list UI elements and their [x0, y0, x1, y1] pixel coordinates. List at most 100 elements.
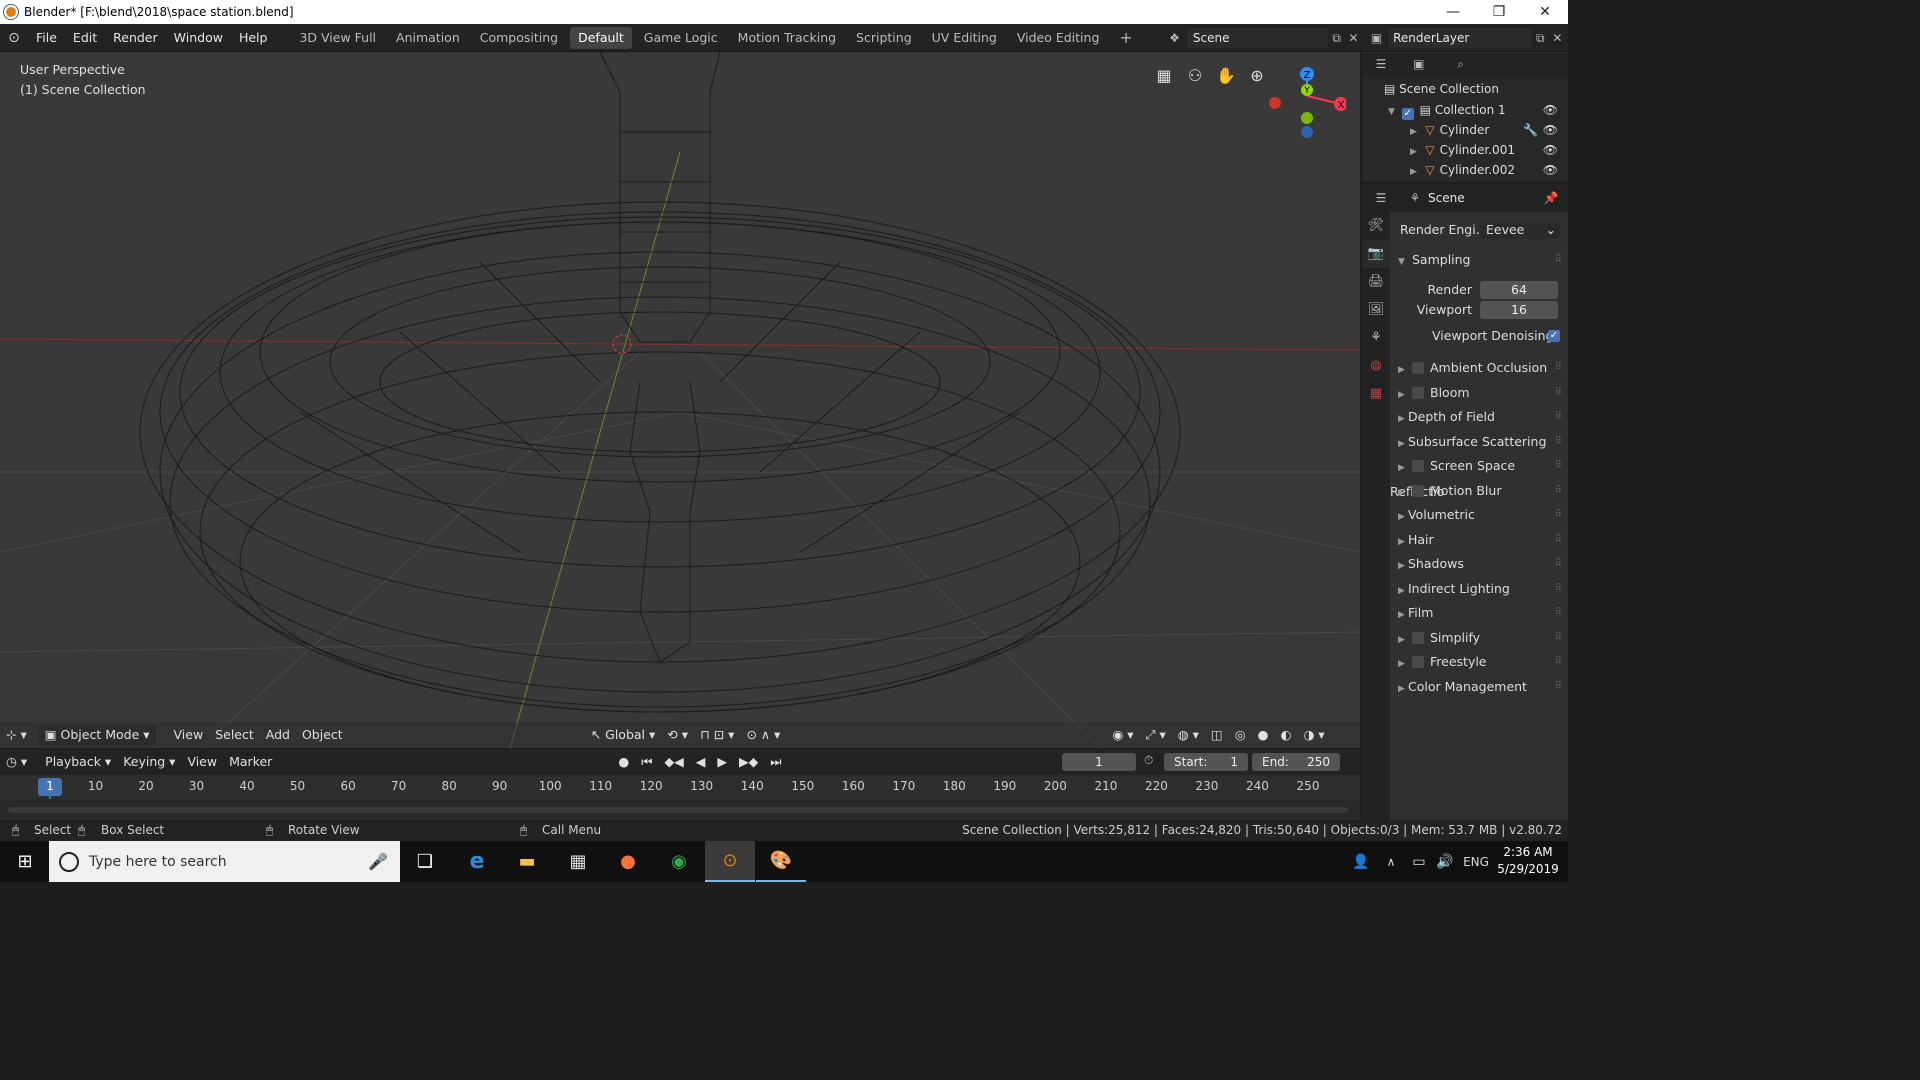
panel-enable-checkbox[interactable]: [1412, 460, 1424, 472]
transform-orientation-dropdown[interactable]: ↖ Global ▾: [585, 725, 662, 745]
panel-enable-checkbox[interactable]: [1412, 631, 1424, 644]
render-layer-field[interactable]: RenderLayer: [1389, 28, 1532, 48]
neg-x-axis-icon[interactable]: [1269, 97, 1281, 109]
menu-help[interactable]: Help: [231, 24, 276, 52]
expand-arrow-icon[interactable]: ▶: [1410, 122, 1420, 142]
drag-handle-icon[interactable]: ⠿: [1555, 381, 1562, 405]
neg-z-axis-icon[interactable]: [1301, 126, 1313, 138]
next-keyframe-button[interactable]: ▶◆: [733, 752, 764, 772]
render-tab-icon[interactable]: 📷: [1362, 240, 1390, 268]
panel-header[interactable]: ▶ Ambient Occlusion ⠿: [1390, 356, 1568, 380]
taskbar-search-box[interactable]: Type here to search 🎤: [49, 841, 400, 882]
panel-header[interactable]: ▶ Shadows ⠿: [1390, 552, 1568, 576]
blender-taskbar-icon[interactable]: ⊙: [705, 841, 755, 882]
timeline-scrollbar[interactable]: [8, 807, 1348, 813]
eye-icon[interactable]: 👁: [1543, 120, 1558, 140]
end-frame-field[interactable]: End: 250: [1252, 753, 1340, 771]
stopwatch-icon[interactable]: ⏱: [1144, 753, 1153, 768]
drag-handle-icon[interactable]: ⠿: [1555, 601, 1562, 625]
tab-video-editing[interactable]: Video Editing: [1009, 27, 1108, 49]
drag-handle-icon[interactable]: ⠿: [1555, 552, 1562, 576]
scene-name-field[interactable]: Scene: [1186, 28, 1329, 48]
menu-file[interactable]: File: [28, 24, 65, 52]
panel-header[interactable]: ▶ Bloom ⠿: [1390, 381, 1568, 405]
eye-icon[interactable]: 👁: [1543, 100, 1558, 120]
expand-arrow-icon[interactable]: ▶: [1410, 162, 1420, 182]
drag-handle-icon[interactable]: ⠿: [1555, 479, 1562, 503]
new-scene-icon[interactable]: ⧉: [1328, 29, 1345, 47]
playback-menu[interactable]: Playback ▾: [39, 752, 117, 772]
windows-start-icon[interactable]: ⊞: [0, 841, 50, 882]
new-render-layer-icon[interactable]: ⧉: [1532, 29, 1549, 47]
3d-viewport[interactable]: User Perspective (1) Scene Collection ▦ …: [0, 52, 1360, 748]
neg-y-axis-icon[interactable]: [1301, 112, 1313, 124]
tab-game-logic[interactable]: Game Logic: [636, 27, 726, 49]
task-view-icon[interactable]: ❏: [400, 841, 450, 882]
timeline-editor-icon[interactable]: ◷ ▾: [0, 752, 33, 772]
output-tab-icon[interactable]: 🖨: [1362, 268, 1390, 296]
add-workspace-button[interactable]: +: [1111, 28, 1140, 47]
drag-handle-icon[interactable]: ⠿: [1555, 577, 1562, 601]
shading-solid-icon[interactable]: ●: [1252, 725, 1275, 745]
snap-icon[interactable]: ⊓ ⊡ ▾: [694, 725, 740, 745]
texture-tab-icon[interactable]: ▦: [1362, 380, 1390, 408]
close-button[interactable]: ✕: [1522, 0, 1568, 24]
viewport-menu-select[interactable]: Select: [209, 725, 260, 745]
overlays-toggle-icon[interactable]: ◍ ▾: [1172, 725, 1205, 745]
render-samples-field[interactable]: 64: [1480, 281, 1558, 299]
delete-scene-icon[interactable]: ✕: [1345, 29, 1362, 47]
pan-hand-icon[interactable]: ✋: [1212, 62, 1240, 88]
panel-enable-checkbox[interactable]: [1412, 656, 1424, 668]
eye-icon[interactable]: 👁: [1543, 160, 1558, 180]
record-button[interactable]: ●: [612, 752, 635, 772]
render-layer-browse-icon[interactable]: ▣: [1368, 29, 1385, 47]
properties-editor-icon[interactable]: ☰: [1372, 189, 1390, 207]
outliner-object-row[interactable]: ▶ ▽ Cylinder.001 👁: [1362, 140, 1568, 160]
xray-toggle-icon[interactable]: ◫: [1205, 725, 1229, 745]
pivot-point-icon[interactable]: ⟲ ▾: [661, 725, 694, 745]
current-frame-field[interactable]: 1: [1062, 753, 1136, 771]
shading-rendered-icon[interactable]: ◑ ▾: [1297, 725, 1330, 745]
outliner-search-icon[interactable]: ⌕: [1452, 55, 1470, 73]
proportional-edit-icon[interactable]: ⊙ ∧ ▾: [740, 725, 786, 745]
panel-header[interactable]: ▶ Motion Blur ⠿: [1390, 479, 1568, 503]
panel-header[interactable]: ▶ Film ⠿: [1390, 601, 1568, 625]
viewport-menu-view[interactable]: View: [168, 725, 210, 745]
volume-icon[interactable]: 🔊: [1430, 841, 1460, 882]
shading-wireframe-icon[interactable]: ◎: [1229, 725, 1252, 745]
gizmo-toggle-icon[interactable]: ⤢ ▾: [1139, 725, 1171, 745]
wrench-icon[interactable]: 🔧: [1523, 120, 1538, 140]
panel-header[interactable]: ▶ Hair ⠿: [1390, 528, 1568, 552]
panel-sampling[interactable]: ▼ Sampling ⠿: [1390, 248, 1568, 272]
viewport-menu-object[interactable]: Object: [296, 725, 349, 745]
tab-compositing[interactable]: Compositing: [472, 27, 566, 49]
start-frame-field[interactable]: Start: 1: [1164, 753, 1248, 771]
show-hidden-icons[interactable]: ∧: [1376, 841, 1406, 882]
object-mode-dropdown[interactable]: ▣ Object Mode ▾: [38, 725, 156, 745]
panel-header[interactable]: ▶ Freestyle ⠿: [1390, 650, 1568, 674]
eye-icon[interactable]: 👁: [1543, 140, 1558, 160]
viewport-denoising-checkbox[interactable]: ✓: [1548, 330, 1560, 342]
marker-menu[interactable]: Marker: [223, 752, 278, 772]
world-tab-icon[interactable]: ◍: [1362, 352, 1390, 380]
tool-tab-icon[interactable]: 🛠: [1362, 212, 1390, 240]
pin-icon[interactable]: 📌: [1542, 189, 1560, 207]
view-layer-tab-icon[interactable]: 🖼: [1362, 296, 1390, 324]
panel-header[interactable]: ▶ Volumetric ⠿: [1390, 503, 1568, 527]
menu-render[interactable]: Render: [105, 24, 166, 52]
drag-handle-icon[interactable]: ⠿: [1555, 650, 1562, 674]
outliner-object-row[interactable]: ▶ ▽ Cylinder 🔧 👁: [1362, 120, 1568, 140]
minimize-button[interactable]: —: [1430, 0, 1476, 24]
drag-handle-icon[interactable]: ⠿: [1555, 454, 1562, 478]
scene-browse-icon[interactable]: ❖: [1166, 29, 1183, 47]
outliner-editor-icon[interactable]: ☰: [1372, 55, 1390, 73]
panel-header[interactable]: ▶ Subsurface Scattering ⠿: [1390, 430, 1568, 454]
panel-header[interactable]: ▶ Simplify ⠿: [1390, 626, 1568, 650]
scene-tab-icon[interactable]: ⚘: [1362, 324, 1390, 352]
tab-3d-view-full[interactable]: 3D View Full: [291, 27, 384, 49]
menu-edit[interactable]: Edit: [65, 24, 105, 52]
shading-material-icon[interactable]: ◐: [1275, 725, 1298, 745]
panel-enable-checkbox[interactable]: [1412, 386, 1424, 399]
viewport-samples-field[interactable]: 16: [1480, 301, 1558, 319]
viewport-menu-add[interactable]: Add: [260, 725, 296, 745]
